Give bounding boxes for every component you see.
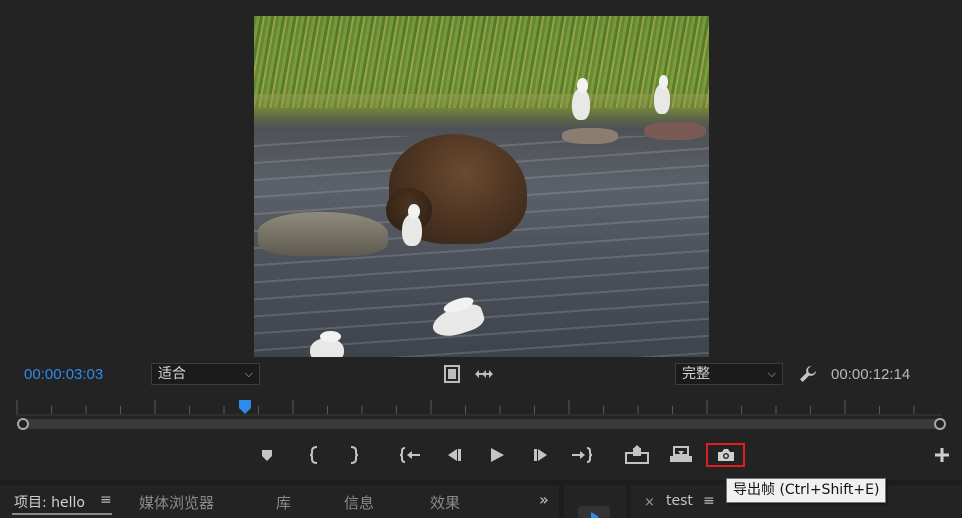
current-timecode[interactable]: 00:00:03:03 xyxy=(24,366,103,383)
play-icon xyxy=(491,448,504,462)
mark-in-button[interactable] xyxy=(301,444,327,466)
tab-info[interactable]: 信息 xyxy=(344,492,374,513)
mark-in-icon xyxy=(309,446,318,464)
filmstrip-icon[interactable] xyxy=(444,364,460,384)
add-button[interactable] xyxy=(929,444,955,466)
export-frame-tooltip: 导出帧 (Ctrl+Shift+E) xyxy=(726,478,887,503)
time-ruler[interactable] xyxy=(16,400,942,416)
video-frame[interactable] xyxy=(254,16,709,357)
chevron-down-icon: ⌵ xyxy=(244,367,253,380)
zoom-level-value: 适合 xyxy=(158,366,186,382)
playback-quality-select[interactable]: 完整 ⌵ xyxy=(675,363,783,385)
mark-out-icon xyxy=(350,446,359,464)
step-forward-icon xyxy=(534,449,547,461)
step-back-button[interactable] xyxy=(440,444,466,466)
wrench-icon[interactable] xyxy=(798,364,818,384)
tab-effects[interactable]: 效果 xyxy=(430,492,460,513)
tabs-overflow-icon[interactable]: » xyxy=(539,490,549,509)
play-button[interactable] xyxy=(484,444,510,466)
zoom-level-select[interactable]: 适合 ⌵ xyxy=(151,363,260,385)
marker-icon xyxy=(262,450,272,461)
tab-timeline-sequence[interactable]: test xyxy=(666,493,693,509)
lift-icon xyxy=(625,445,649,464)
video-gull xyxy=(310,330,344,357)
go-to-out-icon xyxy=(572,447,593,463)
mark-out-button[interactable] xyxy=(341,444,367,466)
selection-tool-button[interactable] xyxy=(578,506,610,518)
duration-timecode: 00:00:12:14 xyxy=(831,366,911,383)
panel-menu-icon[interactable]: ≡ xyxy=(100,492,112,508)
panel-menu-icon[interactable]: ≡ xyxy=(703,493,715,509)
lift-button[interactable] xyxy=(624,444,650,466)
video-gull xyxy=(402,204,422,246)
video-grass-fade xyxy=(254,94,709,118)
camera-icon xyxy=(717,449,734,461)
close-icon[interactable]: × xyxy=(644,495,655,510)
video-gull xyxy=(572,78,590,120)
video-rock xyxy=(562,128,618,144)
chevron-down-icon: ⌵ xyxy=(767,367,776,380)
playback-quality-value: 完整 xyxy=(682,366,710,382)
scroll-bar-start-handle[interactable] xyxy=(17,418,29,430)
extract-button[interactable] xyxy=(668,444,694,466)
scroll-bar-end-handle[interactable] xyxy=(934,418,946,430)
step-back-icon xyxy=(448,449,461,461)
add-marker-button[interactable] xyxy=(254,444,280,466)
active-tab-underline xyxy=(12,513,112,515)
compare-view-icon[interactable] xyxy=(474,366,494,382)
tab-project[interactable]: 项目: hello xyxy=(14,492,85,512)
export-frame-button[interactable] xyxy=(706,443,745,467)
program-monitor: 00:00:03:03 适合 ⌵ 完整 ⌵ 00:00:12:14 xyxy=(0,0,962,480)
video-rock xyxy=(258,212,388,256)
go-to-in-icon xyxy=(399,447,420,463)
zoom-scroll-bar[interactable] xyxy=(20,419,942,429)
tab-media-browser[interactable]: 媒体浏览器 xyxy=(139,492,214,513)
video-rock xyxy=(644,122,706,140)
step-forward-button[interactable] xyxy=(529,444,555,466)
plus-icon xyxy=(935,448,949,462)
tab-library[interactable]: 库 xyxy=(276,492,291,513)
extract-icon xyxy=(670,446,692,462)
video-gull xyxy=(654,75,670,114)
playhead[interactable] xyxy=(238,399,252,415)
go-to-in-button[interactable] xyxy=(397,444,423,466)
selection-arrow-icon xyxy=(591,512,599,518)
go-to-out-button[interactable] xyxy=(569,444,595,466)
